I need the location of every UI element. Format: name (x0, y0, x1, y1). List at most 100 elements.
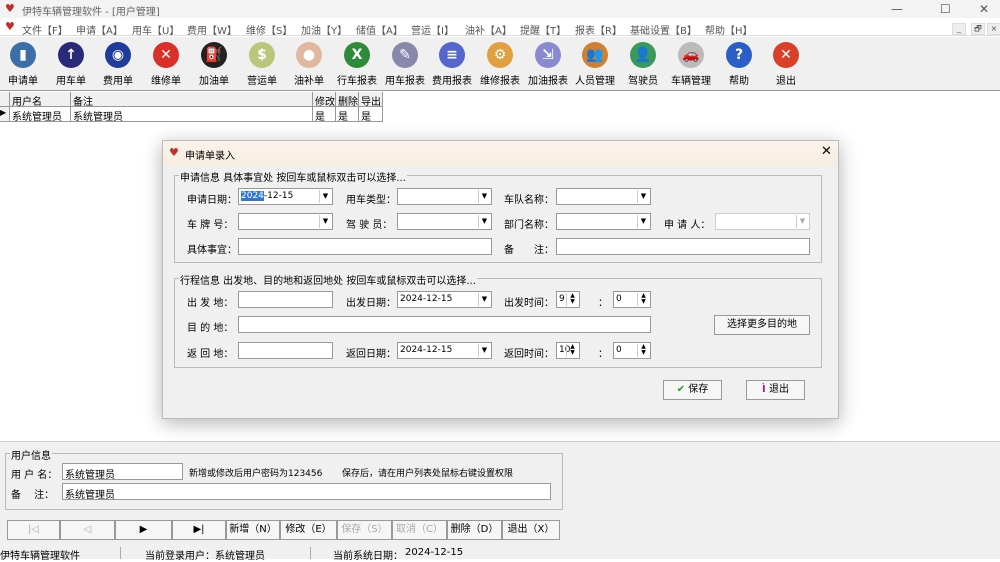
team-select[interactable]: ▼ (556, 188, 651, 205)
status-app-name: 伊特车辆管理软件 (0, 551, 80, 562)
chevron-down-icon[interactable]: ▼ (637, 190, 649, 203)
mdi-control-button[interactable]: 🗗 (971, 23, 985, 35)
column-header-export[interactable]: 导出 (359, 92, 383, 107)
column-header-username[interactable]: 用户名 (10, 92, 71, 107)
chevron-down-icon[interactable]: ▼ (478, 190, 490, 203)
return-input[interactable] (238, 342, 333, 359)
spinner-arrows-icon[interactable]: ▲ ▼ (637, 293, 649, 306)
close-button[interactable]: ✕ (979, 2, 989, 16)
save-button[interactable]: ✔ 保存 (663, 380, 722, 400)
menu-item[interactable]: 申请【A】 (76, 22, 123, 37)
depart-date-picker[interactable]: 2024-12-15 ▼ (397, 291, 492, 308)
menu-item[interactable]: 油补【A】 (465, 22, 512, 37)
dialog-remark-input[interactable] (556, 238, 810, 255)
toolbar-button[interactable]: ● 油补单 (285, 39, 333, 89)
nav-edit-button[interactable]: 修改（E） (280, 520, 337, 540)
cell-edit[interactable]: 是 (313, 107, 336, 122)
apply-date-picker[interactable]: 2024-12-15 ▼ (238, 188, 333, 205)
menu-item[interactable]: 帮助【H】 (705, 22, 753, 37)
nav-last-button[interactable]: ▶| (172, 520, 226, 540)
depart-minute-spinner[interactable]: 0 ▲ ▼ (613, 291, 651, 308)
chevron-down-icon[interactable]: ▼ (478, 215, 490, 228)
matter-input[interactable] (238, 238, 492, 255)
toolbar-button[interactable]: 🚗 车辆管理 (667, 39, 715, 89)
document-pen-icon: ≡ (439, 42, 465, 68)
chevron-down-icon[interactable]: ▼ (319, 215, 331, 228)
return-label: 返 回 地： (187, 349, 234, 360)
toolbar-button[interactable]: ✕ 退出 (762, 39, 810, 89)
plate-select[interactable]: ▼ (238, 213, 333, 230)
spinner-arrows-icon[interactable]: ▲ ▼ (566, 293, 578, 306)
piggy-bank-icon: ● (296, 42, 322, 68)
driver-select[interactable]: ▼ (397, 213, 492, 230)
applicant-select[interactable]: ▼ (715, 213, 810, 230)
dialog-close-button[interactable]: ✕ (821, 144, 832, 159)
chevron-down-icon[interactable]: ▼ (319, 190, 331, 203)
chevron-down-icon[interactable]: ▼ (478, 293, 490, 306)
return-date-picker[interactable]: 2024-12-15 ▼ (397, 342, 492, 359)
menu-item[interactable]: 维修【S】 (246, 22, 292, 37)
user-info-title: 用户信息 (10, 447, 52, 462)
menu-item[interactable]: 基础设置【B】 (630, 22, 697, 37)
checkmark-icon: ✔ (676, 384, 686, 395)
depart-hour-spinner[interactable]: 9 ▲ ▼ (556, 291, 580, 308)
dest-input[interactable] (238, 316, 651, 333)
cell-delete[interactable]: 是 (336, 107, 359, 122)
username-input[interactable]: 系统管理员 (62, 463, 183, 481)
nav-save-button[interactable]: 保存（S） (337, 520, 392, 540)
toolbar-button[interactable]: ⚙ 维修报表 (476, 39, 524, 89)
trip-info-group: 行程信息 出发地、目的地和返回地处 按回车或鼠标双击可以选择... 出 发 地：… (174, 272, 822, 368)
mdi-control-button[interactable]: × (987, 23, 1000, 35)
from-input[interactable] (238, 291, 333, 308)
menu-item[interactable]: 提醒【T】 (520, 22, 566, 37)
spinner-arrows-icon[interactable]: ▲ ▼ (566, 344, 578, 357)
toolbar-button[interactable]: ▮ 申请单 (0, 39, 47, 89)
menu-item[interactable]: 储值【A】 (356, 22, 403, 37)
menu-item[interactable]: 营运【I】 (411, 22, 454, 37)
chevron-down-icon[interactable]: ▼ (637, 215, 649, 228)
cell-username[interactable]: 系统管理员 (10, 107, 71, 122)
toolbar-button[interactable]: 👥 人员管理 (571, 39, 619, 89)
menu-item[interactable]: 加油【Y】 (301, 22, 347, 37)
plate-label: 车 牌 号： (187, 220, 234, 231)
excel-icon: X (344, 42, 370, 68)
remark-input[interactable]: 系统管理员 (62, 483, 551, 501)
menu-item[interactable]: 报表【R】 (575, 22, 622, 37)
nav-first-button[interactable]: |◁ (7, 520, 60, 540)
nav-add-button[interactable]: 新增（N） (226, 520, 280, 540)
column-header-delete[interactable]: 删除 (336, 92, 359, 107)
exit-button[interactable]: Ì 退出 (746, 380, 805, 400)
nav-cancel-button[interactable]: 取消（C） (392, 520, 447, 540)
spinner-arrows-icon[interactable]: ▲ ▼ (637, 344, 649, 357)
depart-time-label: 出发时间： (504, 298, 554, 309)
column-header-edit[interactable]: 修改 (313, 92, 336, 107)
trip-info-title: 行程信息 出发地、目的地和返回地处 按回车或鼠标双击可以选择... (179, 272, 477, 287)
car-type-select[interactable]: ▼ (397, 188, 492, 205)
nav-next-button[interactable]: ▶ (115, 520, 172, 540)
menu-item[interactable]: 文件【F】 (22, 22, 68, 37)
column-header-remark[interactable]: 备注 (71, 92, 313, 107)
toolbar-button[interactable]: X 行车报表 (333, 39, 381, 89)
toolbar-button[interactable]: ⛽ 加油单 (190, 39, 238, 89)
menu-item[interactable]: 用车【U】 (132, 22, 179, 37)
return-hour-spinner[interactable]: 10 ▲ ▼ (556, 342, 580, 359)
nav-exit-button[interactable]: 退出（X） (502, 520, 560, 540)
toolbar-button[interactable]: 👤 驾驶员 (619, 39, 667, 89)
toolbar-button[interactable]: ◉ 费用单 (94, 39, 142, 89)
dept-select[interactable]: ▼ (556, 213, 651, 230)
minimize-button[interactable]: — (891, 2, 903, 16)
return-minute-spinner[interactable]: 0 ▲ ▼ (613, 342, 651, 359)
chevron-down-icon[interactable]: ▼ (796, 215, 808, 228)
nav-prev-button[interactable]: ◁ (60, 520, 115, 540)
mdi-control-button[interactable]: _ (952, 23, 966, 35)
cell-export[interactable]: 是 (359, 107, 383, 122)
chevron-down-icon[interactable]: ▼ (478, 344, 490, 357)
status-date: 2024-12-15 (405, 547, 464, 558)
more-destinations-button[interactable]: 选择更多目的地 (714, 315, 810, 335)
cell-remark[interactable]: 系统管理员 (71, 107, 313, 122)
toolbar-button[interactable]: ≡ 费用报表 (428, 39, 476, 89)
menu-item[interactable]: 费用【W】 (187, 22, 237, 37)
toolbar-button[interactable]: ✕ 维修单 (142, 39, 190, 89)
maximize-button[interactable]: ☐ (940, 2, 951, 16)
nav-delete-button[interactable]: 删除（D） (447, 520, 502, 540)
